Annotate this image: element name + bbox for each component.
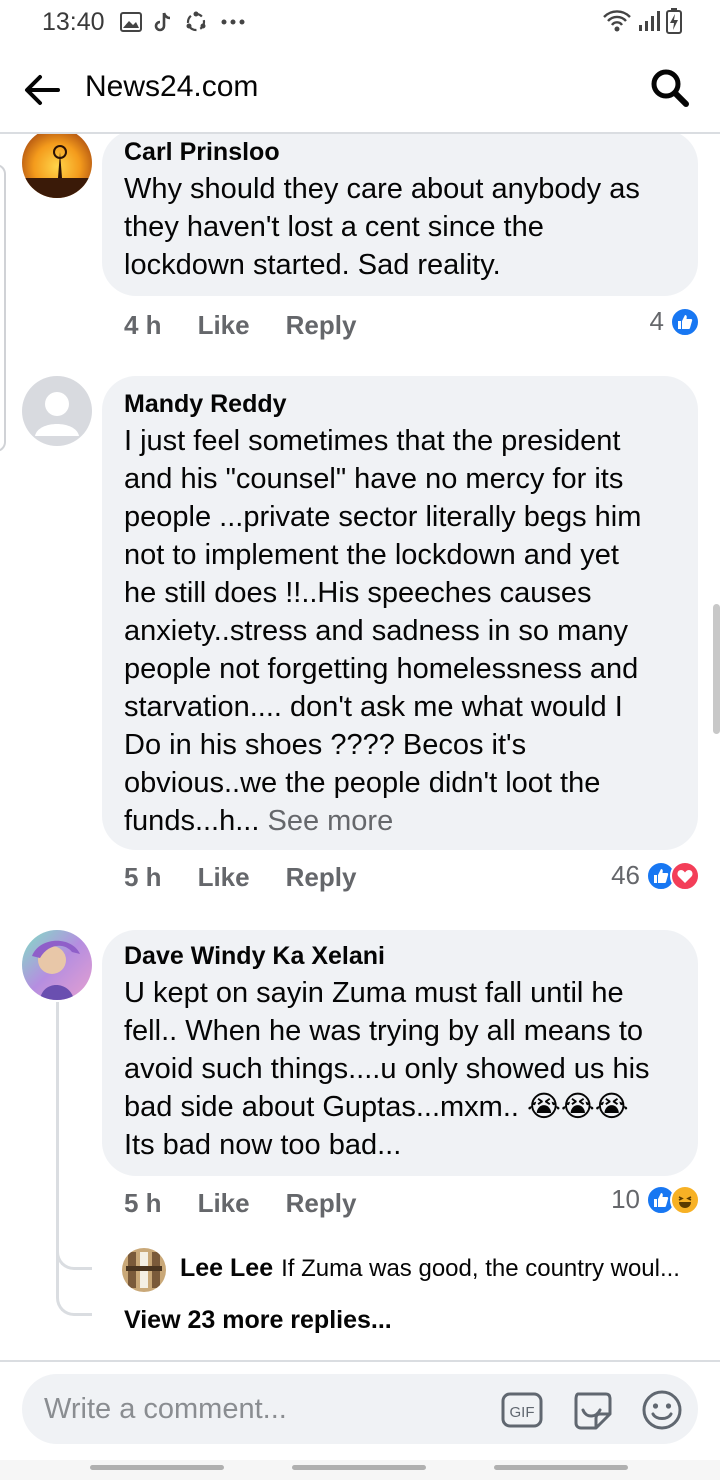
comment-composer: GIF (22, 1374, 698, 1444)
comment-text-line: funds...h... See more (124, 802, 676, 840)
comment-text-line: avoid such things....u only showed us hi… (124, 1053, 650, 1085)
comment-text-line: Its bad now too bad... (124, 1129, 402, 1161)
reply-thread-line (56, 1002, 59, 1270)
like-button[interactable]: Like (198, 862, 250, 893)
gif-label: GIF (510, 1404, 535, 1421)
comment-actions: 5 h Like Reply (124, 1188, 392, 1219)
avatar[interactable] (22, 134, 92, 198)
reply-preview[interactable]: Lee Lee If Zuma was good, the country wo… (180, 1254, 680, 1283)
comment-time: 5 h (124, 1188, 162, 1218)
gif-icon: GIF (501, 1392, 543, 1428)
collapsed-panel-edge (0, 164, 6, 452)
avatar[interactable] (122, 1248, 166, 1292)
reaction-summary[interactable]: 4 (650, 306, 700, 337)
sticker-icon (574, 1392, 612, 1430)
emoji-icon (642, 1390, 682, 1430)
comment-text-line: I just feel sometimes that the president (124, 425, 621, 457)
reply-thread-connector (56, 1268, 92, 1316)
comment-text-line: U kept on sayin Zuma must fall until he (124, 977, 624, 1009)
comment-actions: 5 h Like Reply (124, 862, 392, 893)
comment-bubble[interactable]: Dave Windy Ka Xelani U kept on sayin Zum… (102, 930, 698, 1176)
comment-text-line: they haven't lost a cent since the (124, 211, 544, 243)
love-reaction-icon (670, 860, 700, 891)
gallery-icon (120, 12, 142, 32)
comment-text-line: people not forgetting homelessness and (124, 653, 639, 685)
comment-text-line: Do in his shoes ???? Becos it's (124, 729, 527, 761)
comment-author[interactable]: Mandy Reddy (124, 386, 676, 422)
sync-icon (186, 11, 206, 32)
system-navigation-bar (0, 1460, 720, 1480)
reply-author[interactable]: Lee Lee (180, 1254, 273, 1283)
battery-icon (666, 8, 682, 34)
scrollbar-thumb[interactable] (713, 604, 720, 734)
reply-text: If Zuma was good, the country woul... (281, 1254, 680, 1282)
comment-author[interactable]: Carl Prinsloo (124, 134, 676, 170)
page-title: News24.com (85, 70, 259, 103)
gif-button[interactable]: GIF (500, 1388, 544, 1432)
comment-author[interactable]: Dave Windy Ka Xelani (124, 938, 676, 974)
search-icon (651, 69, 689, 107)
colorful-profile-avatar-icon (22, 930, 92, 1000)
reaction-summary[interactable]: 10 (611, 1184, 700, 1215)
comment-text-line: starvation.... don't ask me what would I (124, 691, 623, 723)
see-more-link[interactable]: See more (267, 805, 393, 837)
like-button[interactable]: Like (198, 310, 250, 341)
back-nav-button[interactable] (494, 1465, 628, 1470)
reaction-summary[interactable]: 46 (611, 860, 700, 891)
like-reaction-icon (670, 306, 700, 337)
status-bar: 13:40 (0, 0, 720, 44)
reply-thread-connector (56, 1240, 92, 1270)
wifi-icon (603, 10, 631, 32)
notification-icons (120, 10, 246, 34)
sunset-windmill-avatar-icon (22, 134, 92, 198)
back-button[interactable] (20, 68, 64, 112)
truncated-text: funds...h... (124, 805, 260, 837)
comment-input[interactable] (44, 1390, 474, 1428)
avatar[interactable] (22, 376, 92, 446)
comment-text-line: not to implement the lockdown and yet (124, 539, 619, 571)
comment-actions: 4 h Like Reply (124, 310, 392, 341)
reply-button[interactable]: Reply (286, 862, 357, 893)
reply-button[interactable]: Reply (286, 1188, 357, 1219)
home-button[interactable] (292, 1465, 426, 1470)
like-button[interactable]: Like (198, 1188, 250, 1219)
window-pattern-avatar-icon (122, 1248, 166, 1292)
comment-text-line: people ...private sector literally begs … (124, 501, 642, 533)
comment-time: 4 h (124, 310, 162, 340)
haha-reaction-icon (670, 1184, 700, 1215)
recent-apps-button[interactable] (90, 1465, 224, 1470)
comment-text-fragment: bad side about Guptas...mxm.. (124, 1091, 519, 1123)
app-header: News24.com (0, 44, 720, 134)
reaction-count: 46 (611, 860, 640, 890)
emoji-button[interactable] (640, 1388, 684, 1432)
reply-button[interactable]: Reply (286, 310, 357, 341)
comment-text-line: fell.. When he was trying by all means t… (124, 1015, 644, 1047)
comment-text-line: and his "counsel" have no mercy for its (124, 463, 624, 495)
crying-emoji-icon: 😭😭😭 (527, 1091, 629, 1123)
comment-text-line: bad side about Guptas...mxm.. 😭😭😭 (124, 1088, 676, 1126)
comment-text-line: he still does !!..His speeches causes (124, 577, 592, 609)
comments-feed[interactable]: Carl Prinsloo Why should they care about… (0, 134, 720, 1360)
back-arrow-icon (25, 75, 60, 105)
comment-composer-bar: GIF (0, 1360, 720, 1460)
comment-bubble[interactable]: Carl Prinsloo Why should they care about… (102, 134, 698, 296)
search-button[interactable] (648, 66, 692, 110)
status-time: 13:40 (42, 8, 105, 36)
view-more-replies-link[interactable]: View 23 more replies... (124, 1306, 392, 1335)
comment-bubble[interactable]: Mandy Reddy I just feel sometimes that t… (102, 376, 698, 850)
comment-text-line: obvious..we the people didn't loot the (124, 767, 601, 799)
reaction-count: 4 (649, 306, 664, 336)
comment-time: 5 h (124, 862, 162, 892)
avatar[interactable] (22, 930, 92, 1000)
comment-text-line: anxiety..stress and sadness in so many (124, 615, 628, 647)
default-profile-avatar-icon (35, 392, 79, 436)
comment-text-line: Why should they care about anybody as (124, 173, 640, 205)
system-icons (602, 8, 682, 34)
signal-icon (639, 11, 660, 31)
comment-text-line: lockdown started. Sad reality. (124, 249, 501, 281)
tiktok-icon (154, 12, 171, 32)
more-notifications-icon (221, 19, 245, 25)
reaction-count: 10 (611, 1184, 640, 1214)
sticker-button[interactable] (570, 1388, 614, 1432)
